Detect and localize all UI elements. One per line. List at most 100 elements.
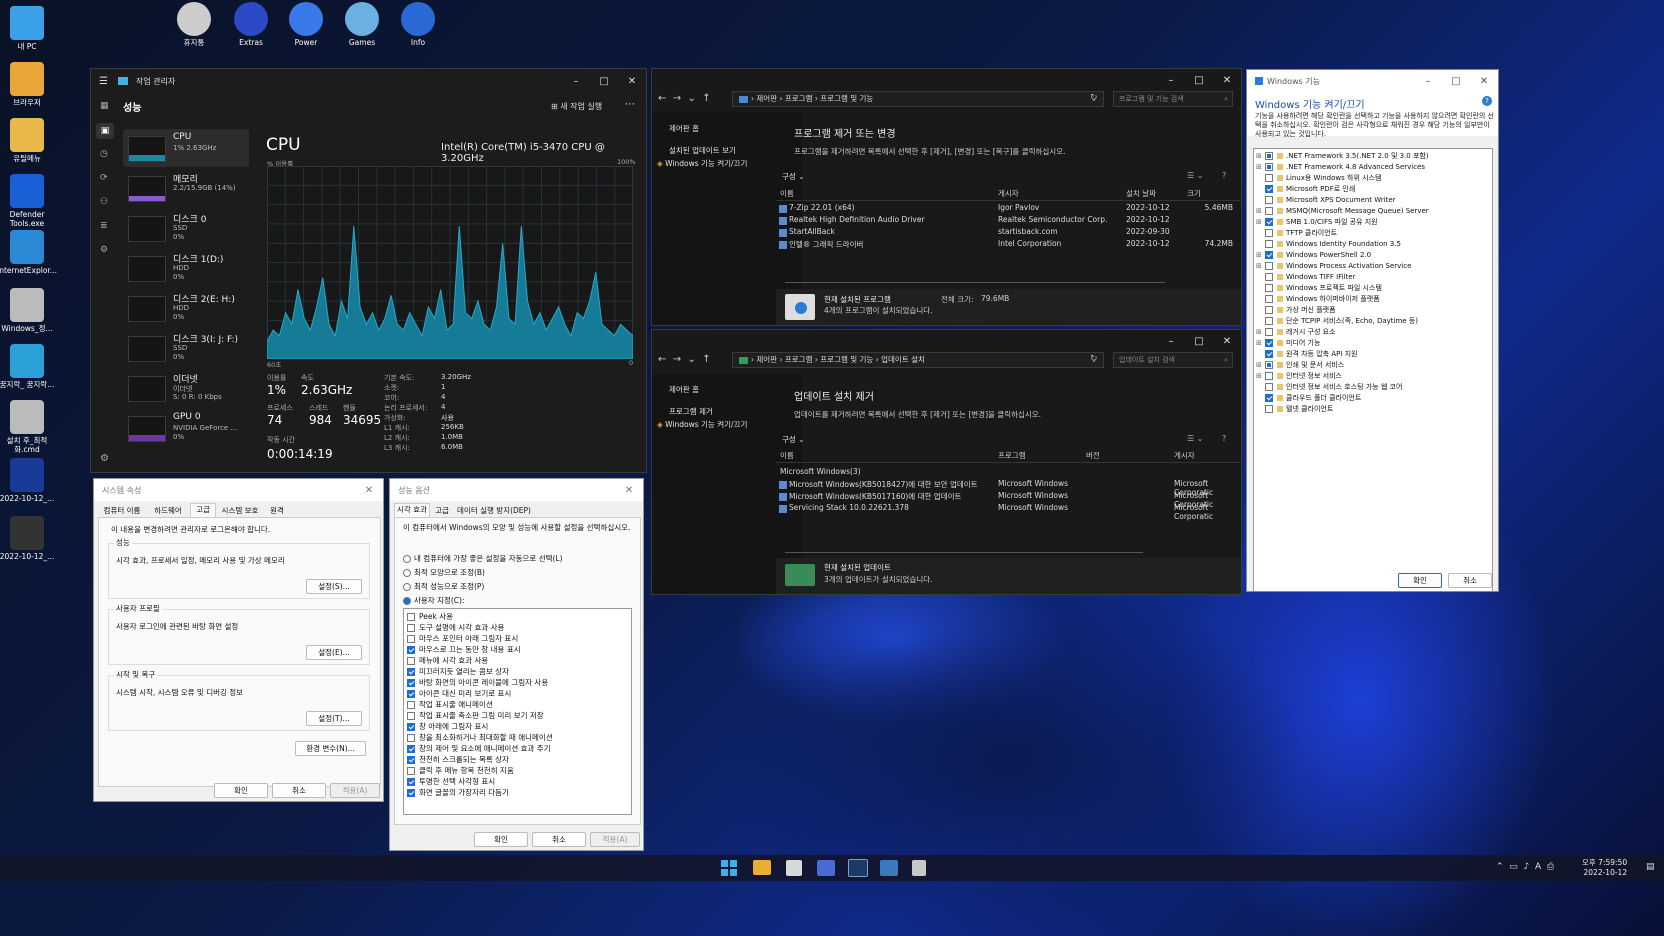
tab[interactable]: 고급 bbox=[430, 505, 454, 517]
minimize-button[interactable]: – bbox=[1414, 76, 1442, 87]
feature-checkbox[interactable] bbox=[1265, 262, 1273, 270]
app-icon[interactable] bbox=[817, 860, 835, 876]
search-input[interactable]: 프로그램 및 기능 검색 ⌕ bbox=[1113, 91, 1233, 107]
feature-item[interactable]: Linux용 Windows 하위 시스템 bbox=[1256, 173, 1491, 184]
feature-checkbox[interactable] bbox=[1265, 229, 1273, 237]
desktop-icon[interactable]: Defender Tools.exe bbox=[0, 174, 57, 228]
perf-item[interactable]: 디스크 0 SSD 0% bbox=[123, 209, 249, 247]
effect-option[interactable]: 마우스 포인터 아래 그림자 표시 bbox=[407, 633, 518, 644]
feature-item[interactable]: Windows TIFF IFilter bbox=[1256, 272, 1491, 283]
control-panel-icon[interactable] bbox=[880, 860, 898, 876]
column-header[interactable]: 게시자 bbox=[1174, 450, 1195, 461]
desktop-icon[interactable]: 2022-10-12_... bbox=[0, 458, 57, 503]
control-panel-home-link[interactable]: 제어판 홈 bbox=[669, 384, 699, 395]
expand-icon[interactable]: ⊞ bbox=[1256, 162, 1265, 173]
radio-option[interactable]: 최적 성능으로 조정(P) bbox=[403, 582, 484, 592]
effect-checkbox[interactable] bbox=[407, 778, 415, 786]
performance-icon[interactable]: ▣ bbox=[96, 123, 114, 139]
effect-option[interactable]: 창 아래에 그림자 표시 bbox=[407, 721, 488, 732]
desktop-icon[interactable]: 꿈지락_ 꿈지락... bbox=[0, 344, 57, 389]
effect-option[interactable]: Peek 사용 bbox=[407, 611, 453, 622]
settings-button[interactable]: 설정(E)... bbox=[306, 645, 362, 660]
feature-item[interactable]: ⊞ .NET Framework 3.5(.NET 2.0 및 3.0 포함) bbox=[1256, 151, 1491, 162]
feature-checkbox[interactable] bbox=[1265, 372, 1273, 380]
desktop-icon[interactable]: Extras bbox=[221, 2, 281, 47]
feature-checkbox[interactable] bbox=[1265, 284, 1273, 292]
feature-item[interactable]: 인터넷 정보 서비스 호스팅 가능 웹 코어 bbox=[1256, 382, 1491, 393]
column-header[interactable]: 프로그램 bbox=[998, 450, 1026, 461]
view-installed-updates-link[interactable]: 설치된 업데이트 보기 bbox=[669, 145, 736, 156]
feature-checkbox[interactable] bbox=[1265, 394, 1273, 402]
windows-features-link[interactable]: ◈ Windows 기능 켜기/끄기 bbox=[657, 419, 747, 430]
table-row[interactable]: Servicing Stack 10.0.22621.378 Microsoft … bbox=[776, 503, 1241, 521]
help-icon[interactable]: ? bbox=[1222, 434, 1226, 443]
properties-icon[interactable] bbox=[912, 860, 926, 876]
perf-item[interactable]: 메모리 2.2/15.9GB (14%) bbox=[123, 169, 249, 207]
feature-checkbox[interactable] bbox=[1265, 350, 1273, 358]
file-explorer-icon[interactable] bbox=[753, 860, 771, 875]
effect-option[interactable]: 천천히 스크롤되는 목록 상자 bbox=[407, 754, 509, 765]
minimize-button[interactable]: – bbox=[1157, 336, 1185, 347]
column-header[interactable]: 이름 bbox=[780, 450, 794, 461]
desktop-icon[interactable]: Power bbox=[276, 2, 336, 47]
breadcrumb-item[interactable]: 업데이트 설치 bbox=[881, 355, 925, 364]
table-row[interactable]: StartAllBack startisback.com 2022-09-30 bbox=[776, 227, 1241, 239]
services-icon[interactable]: ⚙ bbox=[100, 245, 108, 255]
expand-icon[interactable]: ⊞ bbox=[1256, 151, 1265, 162]
close-button[interactable]: ✕ bbox=[355, 485, 383, 496]
feature-checkbox[interactable] bbox=[1265, 306, 1273, 314]
feature-checkbox[interactable] bbox=[1265, 152, 1273, 160]
effect-option[interactable]: 클릭 후 메뉴 항목 천천히 지움 bbox=[407, 765, 514, 776]
tab[interactable]: 원격 bbox=[264, 505, 290, 517]
language-indicator[interactable]: A bbox=[1535, 862, 1541, 872]
feature-checkbox[interactable] bbox=[1265, 317, 1273, 325]
feature-checkbox[interactable] bbox=[1265, 218, 1273, 226]
desktop-icon[interactable]: 내 PC bbox=[0, 6, 57, 51]
ok-button[interactable]: 확인 bbox=[214, 783, 268, 798]
effect-option[interactable]: 투명한 선택 사각형 표시 bbox=[407, 776, 495, 787]
desktop-icon[interactable]: InternetExplor... bbox=[0, 230, 57, 275]
view-options-icon[interactable]: ☰ ⌄ bbox=[1187, 171, 1203, 180]
feature-item[interactable]: Microsoft XPS Document Writer bbox=[1256, 195, 1491, 206]
feature-item[interactable]: ⊞ 인쇄 및 문서 서비스 bbox=[1256, 360, 1491, 371]
address-bar[interactable]: › 제어판 › 프로그램 › 프로그램 및 기능 ⌄ bbox=[732, 91, 1104, 107]
help-icon[interactable]: ? bbox=[1482, 96, 1492, 106]
maximize-button[interactable]: □ bbox=[590, 76, 618, 87]
control-panel-home-link[interactable]: 제어판 홈 bbox=[669, 123, 699, 134]
feature-item[interactable]: ⊞ .NET Framework 4.8 Advanced Services bbox=[1256, 162, 1491, 173]
feature-item[interactable]: 원격 차등 압축 API 지원 bbox=[1256, 349, 1491, 360]
effect-option[interactable]: 도구 설명에 시각 효과 사용 bbox=[407, 622, 504, 633]
maximize-button[interactable]: □ bbox=[1185, 75, 1213, 86]
perf-item[interactable]: CPU 1% 2.63GHz bbox=[123, 129, 249, 167]
feature-checkbox[interactable] bbox=[1265, 295, 1273, 303]
expand-icon[interactable]: ⊞ bbox=[1256, 371, 1265, 382]
effect-option[interactable]: 화면 글꼴의 가장자리 다듬기 bbox=[407, 787, 509, 798]
cancel-button[interactable]: 취소 bbox=[1448, 573, 1492, 588]
maximize-button[interactable]: □ bbox=[1185, 336, 1213, 347]
details-icon[interactable]: ≣ bbox=[100, 221, 108, 231]
expand-icon[interactable]: ⊞ bbox=[1256, 250, 1265, 261]
effect-checkbox[interactable] bbox=[407, 635, 415, 643]
expand-icon[interactable]: ⊞ bbox=[1256, 206, 1265, 217]
app-history-icon[interactable]: ◷ bbox=[100, 149, 108, 159]
effect-option[interactable]: 아이콘 대신 미리 보기로 표시 bbox=[407, 688, 511, 699]
feature-checkbox[interactable] bbox=[1265, 174, 1273, 182]
close-button[interactable]: ✕ bbox=[1213, 336, 1241, 347]
feature-item[interactable]: ⊞ 미디어 기능 bbox=[1256, 338, 1491, 349]
task-manager-icon[interactable] bbox=[848, 859, 868, 877]
tab[interactable]: 고급 bbox=[190, 503, 216, 517]
radio-button[interactable] bbox=[403, 555, 411, 563]
ok-button[interactable]: 확인 bbox=[474, 832, 528, 847]
refresh-icon[interactable]: ↻ bbox=[1090, 354, 1098, 364]
nav-buttons[interactable]: ← → ⌄ ↑ bbox=[658, 93, 711, 104]
maximize-button[interactable]: □ bbox=[1442, 76, 1470, 87]
desktop-icon[interactable]: 설치 후_최적화.cmd bbox=[0, 400, 57, 454]
refresh-icon[interactable]: ↻ bbox=[1090, 93, 1098, 103]
table-row[interactable]: Microsoft Windows(KB5018427)에 대한 보안 업데이트… bbox=[776, 479, 1241, 497]
table-row[interactable]: 인텔® 그래픽 드라이버 Intel Corporation 2022-10-12 7… bbox=[776, 239, 1241, 251]
new-task-button[interactable]: ⊞ 새 작업 실행 bbox=[551, 101, 602, 112]
breadcrumb-item[interactable]: 제어판 bbox=[756, 94, 777, 103]
minimize-button[interactable]: – bbox=[562, 76, 590, 87]
table-row[interactable]: 7-Zip 22.01 (x64) Igor Pavlov 2022-10-12 5.… bbox=[776, 203, 1241, 215]
feature-item[interactable]: Windows 하이퍼바이저 플랫폼 bbox=[1256, 294, 1491, 305]
